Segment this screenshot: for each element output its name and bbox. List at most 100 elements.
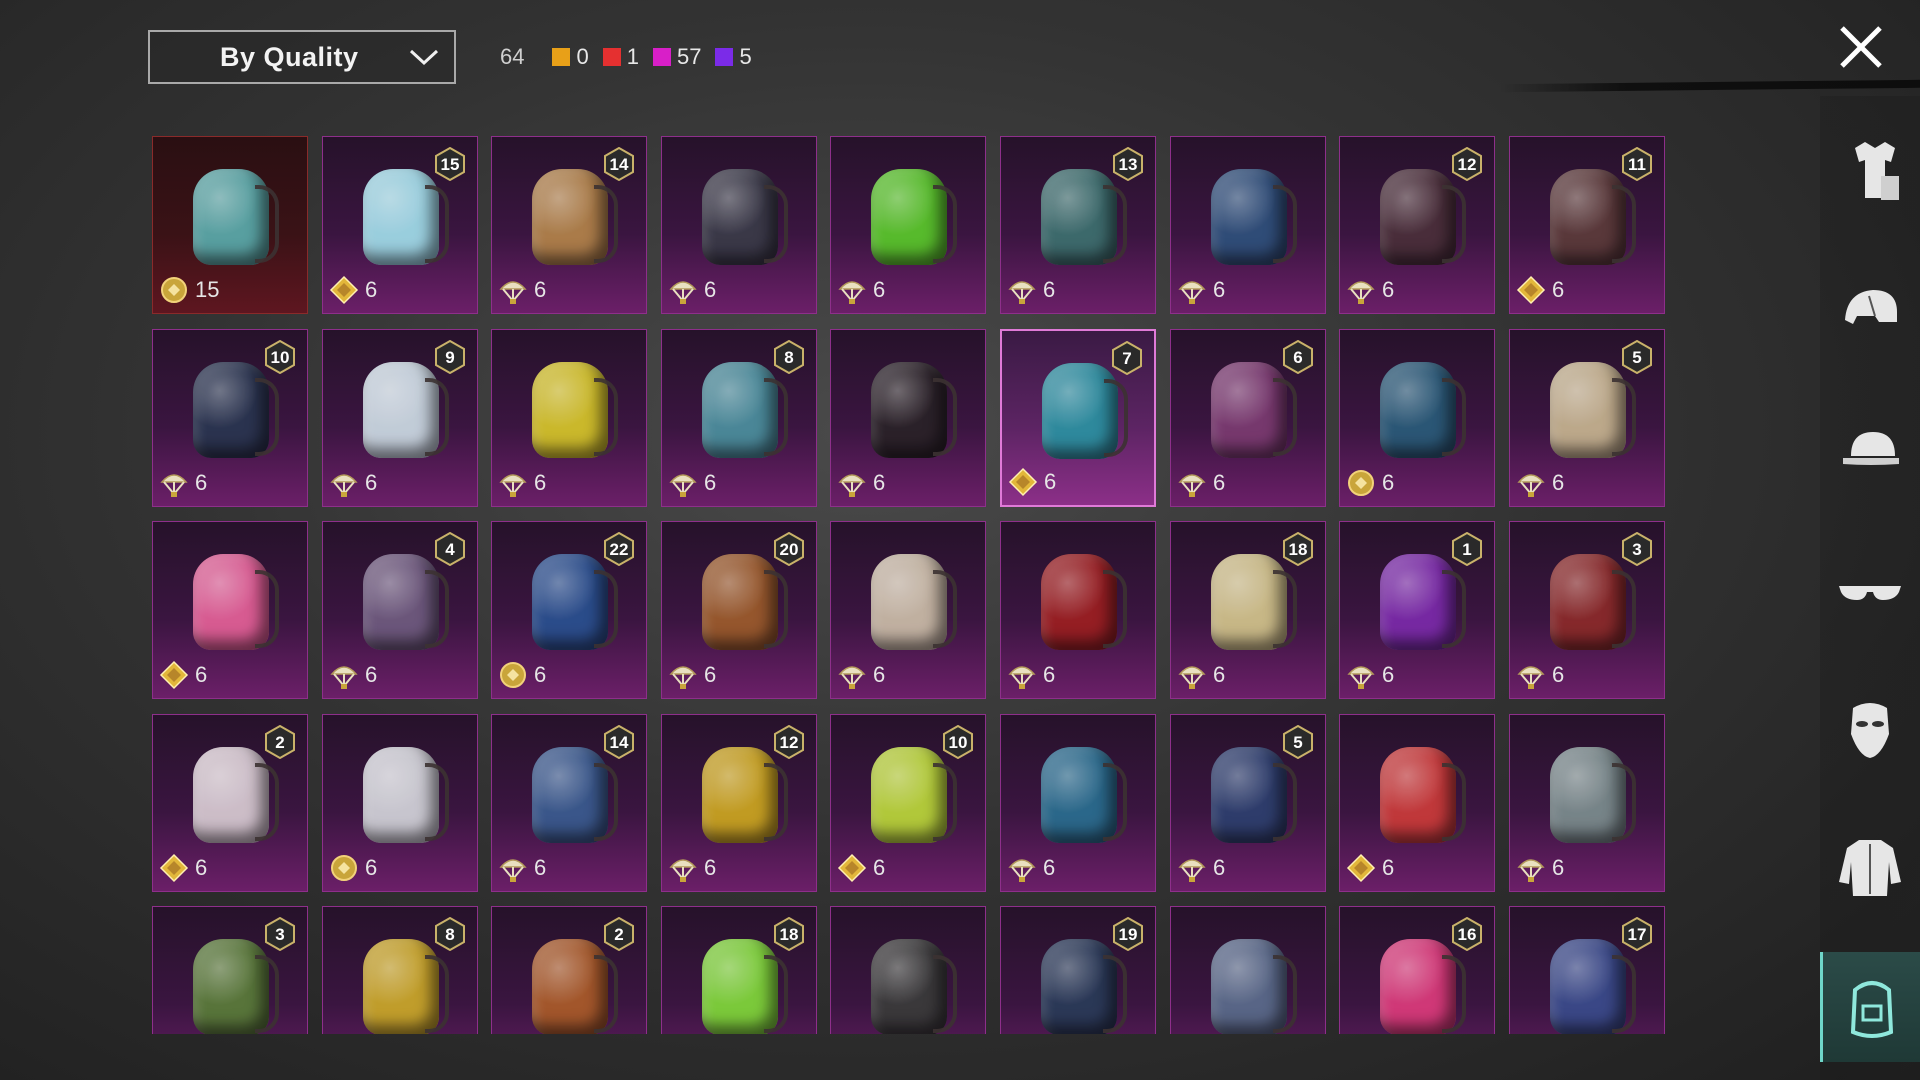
total-count: 64 [500, 44, 525, 69]
backpack-strap [1103, 570, 1127, 648]
backpack-item-tile[interactable]: 11 6 [1509, 136, 1665, 314]
item-count: 6 [1382, 662, 1395, 687]
item-count: 6 [365, 470, 378, 495]
backpack-image [684, 159, 796, 277]
item-count: 6 [365, 277, 378, 302]
backpack-item-tile[interactable]: 6 [830, 329, 986, 507]
backpack-item-tile[interactable]: 6 [661, 136, 817, 314]
backpack-item-tile[interactable]: 36 [1509, 521, 1665, 699]
backpack-strap [255, 570, 279, 648]
sidebar-mask-category[interactable] [1820, 674, 1920, 784]
backpack-item-tile[interactable]: 17 [1509, 906, 1665, 1034]
backpack-item-tile[interactable]: 19 [1000, 906, 1156, 1034]
level-number: 22 [609, 540, 629, 559]
item-count: 6 [1552, 470, 1565, 495]
parachute-icon [1346, 275, 1376, 305]
backpack-strap [933, 570, 957, 648]
category-sidebar [1820, 96, 1920, 1080]
backpack-strap [425, 570, 449, 648]
item-grid: 15 15 6 14 6 6 6 13 6 6 12 6 11 6 10 6 9 6 6 8 6 6 7 6 6 6 6 5 6 6 4 6 2… [152, 136, 1668, 1034]
backpack-item-tile[interactable]: 15 6 [322, 136, 478, 314]
backpack-item-tile[interactable]: 6 [322, 714, 478, 892]
backpack-item-tile[interactable]: 14 6 [491, 714, 647, 892]
backpack-item-tile[interactable]: 66 [1170, 329, 1326, 507]
level-number: 14 [609, 155, 629, 174]
backpack-item-tile[interactable]: 14 6 [491, 136, 647, 314]
backpack-item-tile[interactable]: 6 [1509, 714, 1665, 892]
backpack-item-tile[interactable]: 18 [661, 906, 817, 1034]
backpack-item-tile[interactable]: 6 [830, 521, 986, 699]
backpack-item-tile[interactable]: 56 [1509, 329, 1665, 507]
backpack-item-tile[interactable]: 6 [1000, 714, 1156, 892]
sidebar-glasses-category[interactable] [1820, 536, 1920, 646]
level-badge: 12 [772, 725, 806, 759]
backpack-item-tile[interactable]: 3 [152, 906, 308, 1034]
sort-dropdown[interactable]: By Quality [148, 30, 456, 84]
backpack-item-tile[interactable]: 16 [1339, 521, 1495, 699]
level-badge: 20 [772, 532, 806, 566]
parachute-icon [1516, 853, 1546, 883]
backpack-item-tile[interactable]: 20 6 [661, 521, 817, 699]
backpack-item-tile[interactable]: 26 [152, 714, 308, 892]
level-badge: 3 [1620, 532, 1654, 566]
backpack-item-tile[interactable]: 96 [322, 329, 478, 507]
close-icon [1840, 26, 1882, 68]
level-number: 19 [1118, 925, 1138, 944]
backpack-strap [1103, 955, 1127, 1033]
item-count: 6 [1043, 855, 1056, 880]
level-number: 12 [1457, 155, 1477, 174]
backpack-item-tile[interactable]: 76 [1000, 329, 1156, 507]
item-count: 6 [1043, 662, 1056, 687]
backpack-item-tile[interactable]: 12 6 [661, 714, 817, 892]
item-count: 6 [1552, 277, 1565, 302]
backpack-item-tile[interactable]: 6 [491, 329, 647, 507]
backpack-item-tile[interactable]: 8 [322, 906, 478, 1034]
helmet-icon [1845, 290, 1897, 324]
gold-coin-icon [498, 660, 528, 690]
backpack-item-tile[interactable]: 56 [1170, 714, 1326, 892]
item-count: 15 [195, 277, 220, 302]
backpack-item-tile[interactable]: 46 [322, 521, 478, 699]
gold-coin-icon [329, 853, 359, 883]
backpack-item-tile[interactable]: 13 6 [1000, 136, 1156, 314]
backpack-strap [1273, 185, 1297, 263]
backpack-item-tile[interactable]: 6 [830, 136, 986, 314]
backpack-item-tile[interactable]: 16 [1339, 906, 1495, 1034]
level-badge: 13 [1111, 147, 1145, 181]
item-count: 6 [1552, 662, 1565, 687]
backpack-item-tile[interactable]: 86 [661, 329, 817, 507]
backpack-item-tile[interactable]: 15 [152, 136, 308, 314]
backpack-image [1362, 737, 1474, 855]
backpack-item-tile[interactable]: 6 [152, 521, 308, 699]
backpack-item-tile[interactable]: 6 [1000, 521, 1156, 699]
sidebar-helmet-category[interactable] [1820, 256, 1920, 366]
backpack-item-tile[interactable]: 6 [1339, 714, 1495, 892]
parachute-icon [1177, 275, 1207, 305]
backpack-item-tile[interactable] [830, 906, 986, 1034]
sidebar-backpack-category[interactable] [1820, 952, 1920, 1062]
parachute-icon [1007, 660, 1037, 690]
backpack-item-tile[interactable]: 12 6 [1339, 136, 1495, 314]
level-badge: 15 [433, 147, 467, 181]
backpack-item-tile[interactable]: 22 6 [491, 521, 647, 699]
sidebar-jacket-category[interactable] [1820, 812, 1920, 922]
level-number: 6 [1293, 348, 1303, 367]
item-count: 6 [1043, 277, 1056, 302]
backpack-item-tile[interactable]: 10 6 [830, 714, 986, 892]
item-count: 6 [1044, 469, 1057, 494]
backpack-item-tile[interactable]: 18 6 [1170, 521, 1326, 699]
cap-icon [1843, 432, 1899, 465]
close-button[interactable] [1836, 22, 1886, 72]
backpack-item-tile[interactable]: 6 [1339, 329, 1495, 507]
backpack-item-tile[interactable]: 2 [491, 906, 647, 1034]
sidebar-outfit-category[interactable] [1820, 116, 1920, 226]
level-number: 14 [609, 733, 629, 752]
backpack-item-tile[interactable]: 10 6 [152, 329, 308, 507]
quality-count-mythic: 1 [602, 44, 639, 70]
backpack-item-tile[interactable]: 6 [1170, 136, 1326, 314]
gold-diamond-icon [329, 275, 359, 305]
backpack-strap [764, 570, 788, 648]
sidebar-hat-category[interactable] [1820, 396, 1920, 506]
level-number: 11 [1628, 155, 1646, 174]
backpack-item-tile[interactable] [1170, 906, 1326, 1034]
